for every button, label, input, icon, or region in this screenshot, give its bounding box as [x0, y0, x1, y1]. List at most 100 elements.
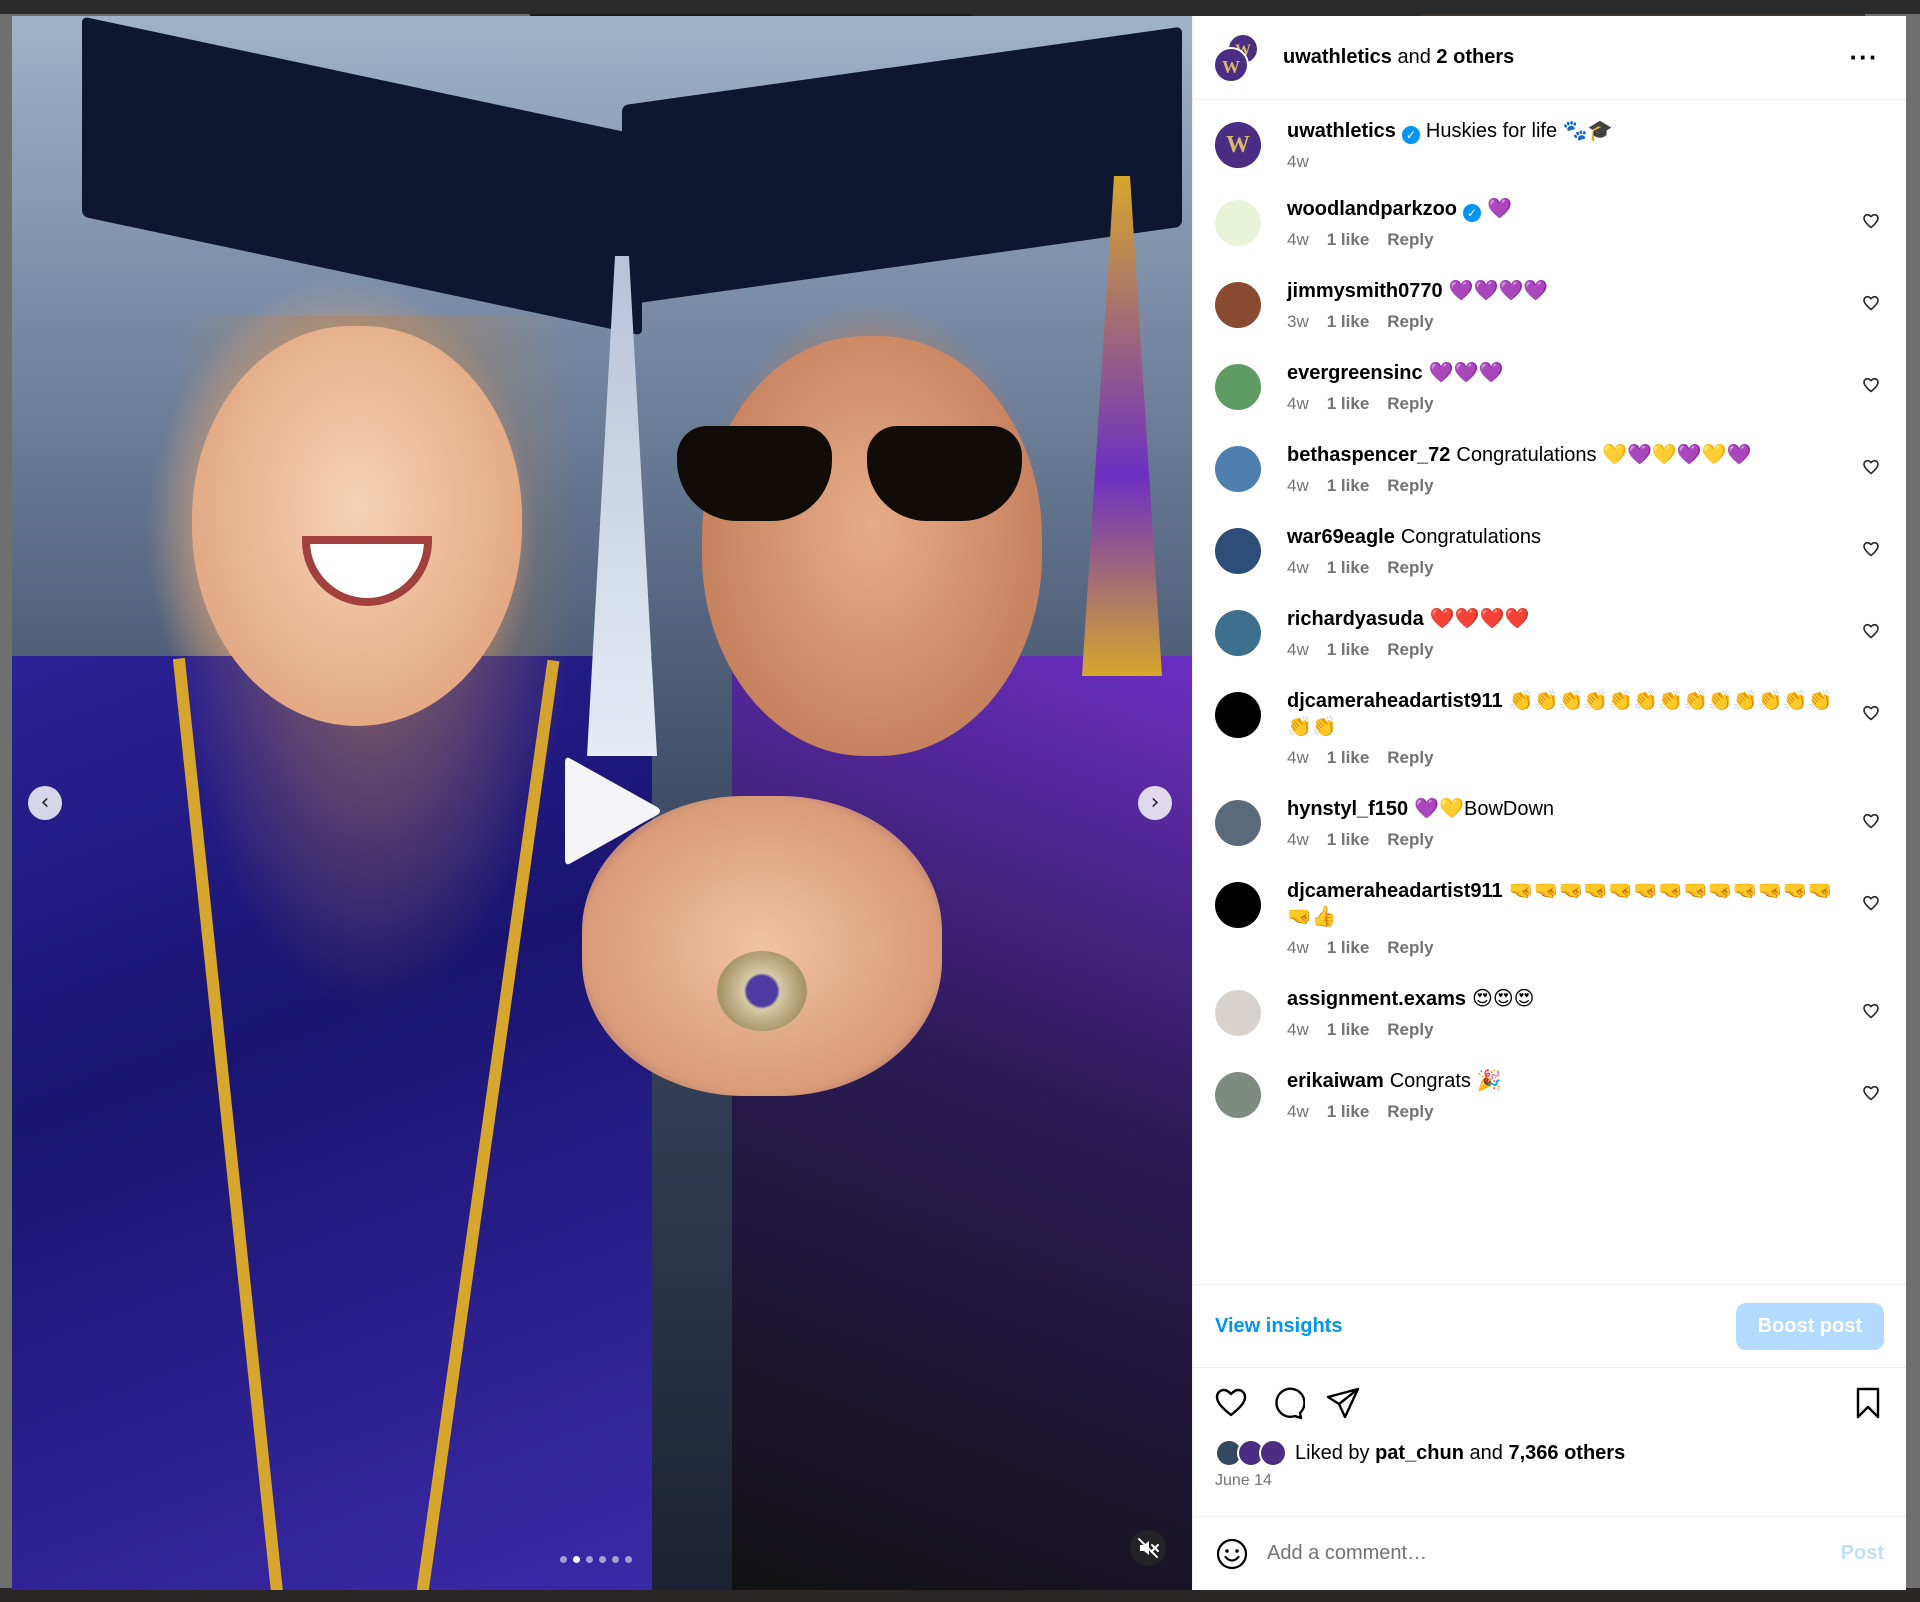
comment-like-heart-icon[interactable]: [1862, 1084, 1880, 1102]
comment-username[interactable]: djcameraheadartist911: [1287, 690, 1503, 712]
more-horizontal-icon[interactable]: ···: [1844, 42, 1884, 73]
comment-item: bethaspencer_72 Congratulations 💛💜💛💜💛💜 4w…: [1215, 442, 1884, 496]
post-date[interactable]: June 14: [1193, 1468, 1906, 1502]
comment-username[interactable]: evergreensinc: [1287, 362, 1423, 384]
comment-username[interactable]: war69eagle: [1287, 526, 1395, 548]
comment-item: evergreensinc 💜💜💜 4w 1 like Reply: [1215, 360, 1884, 414]
play-icon[interactable]: [557, 751, 667, 871]
comment-time[interactable]: 4w: [1287, 230, 1309, 250]
comment-time[interactable]: 4w: [1287, 558, 1309, 578]
comment-username[interactable]: assignment.exams: [1287, 988, 1466, 1010]
avatar[interactable]: [1215, 200, 1261, 246]
comment-like-heart-icon[interactable]: [1862, 458, 1880, 476]
liker-avatars: [1215, 1439, 1291, 1467]
comment-time[interactable]: 4w: [1287, 640, 1309, 660]
avatar[interactable]: [1215, 528, 1261, 574]
comment-likes-count[interactable]: 1 like: [1327, 1102, 1370, 1122]
comment-time[interactable]: 3w: [1287, 312, 1309, 332]
comment-like-heart-icon[interactable]: [1862, 812, 1880, 830]
comment-text: Congrats 🎉: [1389, 1070, 1502, 1092]
comment-username[interactable]: woodlandparkzoo: [1287, 198, 1457, 220]
comment-like-heart-icon[interactable]: [1862, 704, 1880, 722]
likes-count-link[interactable]: 7,366 others: [1508, 1442, 1625, 1465]
comment-time[interactable]: 4w: [1287, 938, 1309, 958]
post-caption: W uwathletics ✓ Huskies for life 🐾🎓 4w: [1215, 118, 1884, 172]
collab-avatars[interactable]: W W: [1213, 32, 1263, 83]
comment-item: war69eagle Congratulations 4w 1 like Repl…: [1215, 524, 1884, 578]
comment-likes-count[interactable]: 1 like: [1327, 312, 1370, 332]
comment-reply-button[interactable]: Reply: [1387, 312, 1433, 332]
post-media-video[interactable]: ‹ ›: [12, 16, 1192, 1590]
comment-username[interactable]: djcameraheadartist911: [1287, 880, 1503, 902]
muted-speaker-icon[interactable]: [1130, 1530, 1166, 1566]
comment-reply-button[interactable]: Reply: [1387, 394, 1433, 414]
boost-post-button[interactable]: Boost post: [1735, 1302, 1884, 1350]
class-ring: [717, 951, 807, 1031]
comment-reply-button[interactable]: Reply: [1387, 748, 1433, 768]
heart-icon[interactable]: [1213, 1385, 1249, 1421]
comment-time[interactable]: 4w: [1287, 830, 1309, 850]
comment-reply-button[interactable]: Reply: [1387, 830, 1433, 850]
header-account-link[interactable]: uwathletics: [1283, 46, 1392, 68]
next-slide-button[interactable]: ›: [1138, 786, 1172, 820]
carousel-dot: [612, 1556, 619, 1563]
avatar[interactable]: [1215, 800, 1261, 846]
comment-item: erikaiwam Congrats 🎉 4w 1 like Reply: [1215, 1068, 1884, 1122]
comment-likes-count[interactable]: 1 like: [1327, 938, 1370, 958]
comment-reply-button[interactable]: Reply: [1387, 938, 1433, 958]
comment-reply-button[interactable]: Reply: [1387, 640, 1433, 660]
comment-likes-count[interactable]: 1 like: [1327, 1020, 1370, 1040]
avatar[interactable]: [1215, 446, 1261, 492]
comment-time[interactable]: 4w: [1287, 748, 1309, 768]
comment-like-heart-icon[interactable]: [1862, 294, 1880, 312]
comment-likes-count[interactable]: 1 like: [1327, 230, 1370, 250]
comment-time[interactable]: 4w: [1287, 1020, 1309, 1040]
comment-username[interactable]: erikaiwam: [1287, 1070, 1384, 1092]
comment-like-heart-icon[interactable]: [1862, 894, 1880, 912]
avatar[interactable]: [1215, 364, 1261, 410]
comment-likes-count[interactable]: 1 like: [1327, 640, 1370, 660]
comment-username[interactable]: uwathletics: [1287, 120, 1396, 142]
comment-likes-count[interactable]: 1 like: [1327, 394, 1370, 414]
liker-username[interactable]: pat_chun: [1375, 1442, 1464, 1465]
comment-username[interactable]: hynstyl_f150: [1287, 798, 1408, 820]
view-insights-link[interactable]: View insights: [1215, 1315, 1342, 1338]
header-others-link[interactable]: 2 others: [1436, 46, 1514, 68]
avatar[interactable]: [1215, 1072, 1261, 1118]
comment-username[interactable]: richardyasuda: [1287, 608, 1424, 630]
emoji-picker-icon[interactable]: [1215, 1537, 1249, 1571]
comment-icon[interactable]: [1269, 1385, 1306, 1421]
comment-likes-count[interactable]: 1 like: [1327, 476, 1370, 496]
comment-time[interactable]: 4w: [1287, 476, 1309, 496]
comment-likes-count[interactable]: 1 like: [1327, 558, 1370, 578]
comment-likes-count[interactable]: 1 like: [1327, 748, 1370, 768]
comment-username[interactable]: bethaspencer_72: [1287, 444, 1450, 466]
comment-likes-count[interactable]: 1 like: [1327, 830, 1370, 850]
avatar[interactable]: W: [1215, 122, 1261, 168]
comment-time[interactable]: 4w: [1287, 1102, 1309, 1122]
comment-like-heart-icon[interactable]: [1862, 540, 1880, 558]
comment-input[interactable]: [1267, 1542, 1841, 1565]
comment-like-heart-icon[interactable]: [1862, 212, 1880, 230]
avatar[interactable]: [1215, 282, 1261, 328]
header-and: and: [1397, 46, 1431, 68]
comment-time[interactable]: 4w: [1287, 394, 1309, 414]
avatar[interactable]: [1215, 990, 1261, 1036]
comment-reply-button[interactable]: Reply: [1387, 1102, 1433, 1122]
avatar[interactable]: [1215, 692, 1261, 738]
share-icon[interactable]: [1325, 1385, 1361, 1421]
comment-reply-button[interactable]: Reply: [1387, 1020, 1433, 1040]
avatar[interactable]: [1215, 882, 1261, 928]
comment-like-heart-icon[interactable]: [1862, 622, 1880, 640]
bookmark-icon[interactable]: [1850, 1385, 1886, 1421]
comment-like-heart-icon[interactable]: [1862, 1002, 1880, 1020]
previous-slide-button[interactable]: ‹: [28, 786, 62, 820]
comment-username[interactable]: jimmysmith0770: [1287, 280, 1443, 302]
caption-time[interactable]: 4w: [1287, 152, 1309, 172]
post-comment-button[interactable]: Post: [1841, 1542, 1884, 1565]
comment-like-heart-icon[interactable]: [1862, 376, 1880, 394]
avatar[interactable]: [1215, 610, 1261, 656]
comment-reply-button[interactable]: Reply: [1387, 476, 1433, 496]
comment-reply-button[interactable]: Reply: [1387, 558, 1433, 578]
comment-reply-button[interactable]: Reply: [1387, 230, 1433, 250]
